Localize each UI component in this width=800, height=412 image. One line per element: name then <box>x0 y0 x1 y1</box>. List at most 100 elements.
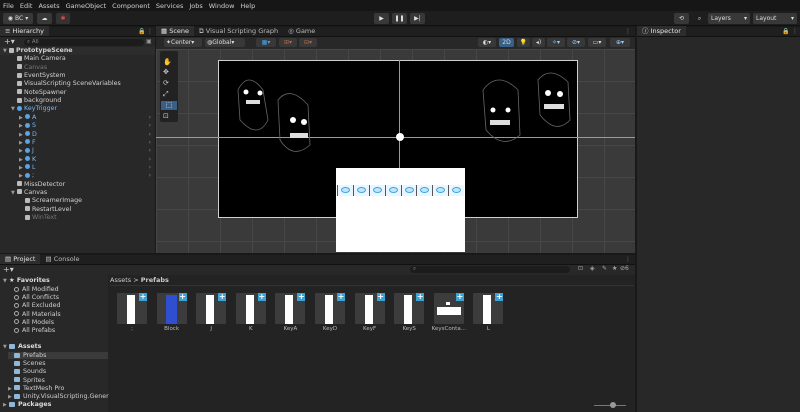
move-tool-icon[interactable]: ✥ <box>163 68 169 76</box>
tab-scene[interactable]: ▦ Scene <box>156 26 195 36</box>
menu-edit[interactable]: Edit <box>20 2 33 10</box>
more-menu-icon[interactable]: ⋮ <box>147 28 153 35</box>
project-search-input[interactable]: ⌕ <box>410 266 570 273</box>
chevron-right-icon[interactable]: › <box>149 131 151 139</box>
tab-game[interactable]: ◎ Game <box>283 26 320 36</box>
audio-toggle[interactable]: ◂) <box>532 38 545 47</box>
hierarchy-item[interactable]: ▶ A › <box>0 114 155 122</box>
chevron-right-icon[interactable]: › <box>149 114 151 122</box>
packages-header[interactable]: ▶ Packages <box>3 401 51 408</box>
effects-dropdown[interactable]: ✧▾ <box>547 38 565 47</box>
scene-visibility-icon[interactable]: ▣ <box>146 38 152 45</box>
scene-viewport[interactable]: ✋ ✥ ⟳ ⤢ ⬚ ⊡ <box>156 49 635 253</box>
breadcrumb-prefabs[interactable]: Prefabs <box>141 276 169 284</box>
folder-item[interactable]: Prefabs <box>8 352 108 359</box>
tab-hierarchy[interactable]: ≡ Hierarchy <box>0 26 49 36</box>
chevron-right-icon[interactable]: › <box>149 156 151 164</box>
collab-button[interactable]: ✱ <box>56 13 70 24</box>
increment-snap-dropdown[interactable]: ⊞▾ <box>279 38 297 47</box>
favorite-item[interactable]: All Prefabs <box>14 327 55 334</box>
asset-item[interactable]: + K <box>235 293 266 341</box>
chevron-right-icon[interactable]: › <box>149 139 151 147</box>
lock-icon[interactable]: 🔒 <box>138 28 145 35</box>
scene-camera-dropdown[interactable]: ▭▾ <box>588 38 606 47</box>
hierarchy-item[interactable]: ▶ K › <box>0 156 155 164</box>
chevron-right-icon[interactable]: › <box>149 122 151 130</box>
hierarchy-search-input[interactable]: ⌕ All <box>24 39 144 46</box>
hierarchy-item[interactable]: ▶ S › <box>0 122 155 130</box>
type-filter-icon[interactable]: ◈ <box>590 265 595 272</box>
favorites-header[interactable]: ▼ ★ Favorites <box>3 277 50 284</box>
asset-item[interactable]: + KeyD <box>315 293 345 341</box>
asset-item[interactable]: +; <box>117 293 147 341</box>
rotate-tool-icon[interactable]: ⟳ <box>163 79 169 87</box>
pivot-center-dropdown[interactable]: ✦ Center ▾ <box>164 38 202 47</box>
hierarchy-item[interactable]: ▶ D › <box>0 131 155 139</box>
asset-item[interactable]: + KeysConta... <box>432 293 466 341</box>
rect-tool-icon[interactable]: ⬚ <box>161 101 177 110</box>
scale-tool-icon[interactable]: ⤢ <box>163 90 169 99</box>
hierarchy-item[interactable]: ▼ KeyTrigger <box>0 105 155 113</box>
label-filter-icon[interactable]: ✎ <box>602 265 607 272</box>
asset-item[interactable]: + Block <box>156 293 187 341</box>
favorite-item[interactable]: All Excluded <box>14 302 60 309</box>
asset-item[interactable]: + KeyS <box>394 293 425 341</box>
grid-snapping-dropdown[interactable]: ▦▾ <box>256 38 276 47</box>
add-icon[interactable]: +▾ <box>4 38 15 46</box>
tab-console[interactable]: ▤ Console <box>40 254 84 264</box>
global-space-dropdown[interactable]: ◍ Global ▾ <box>205 38 245 47</box>
menu-file[interactable]: File <box>3 2 14 10</box>
menu-component[interactable]: Component <box>112 2 150 10</box>
favorite-item[interactable]: All Modified <box>14 286 59 293</box>
step-button[interactable]: ▶| <box>410 13 425 24</box>
chevron-right-icon[interactable]: › <box>149 172 151 180</box>
asset-item[interactable]: + J <box>196 293 227 341</box>
pause-button[interactable]: ❚❚ <box>392 13 407 24</box>
menu-gameobject[interactable]: GameObject <box>66 2 107 10</box>
hierarchy-item[interactable]: WinText <box>0 214 155 222</box>
add-icon[interactable]: +▾ <box>3 265 14 274</box>
folder-item[interactable]: ▶ Unity.VisualScripting.Gener <box>8 393 109 400</box>
account-button[interactable]: ◉ BC ▾ <box>3 13 33 24</box>
asset-item[interactable]: + L <box>473 293 504 341</box>
more-menu-icon[interactable]: ⋮ <box>792 28 798 35</box>
menu-help[interactable]: Help <box>240 2 255 10</box>
lighting-toggle[interactable]: 💡 <box>517 38 530 47</box>
folder-item[interactable]: Sprites <box>8 377 108 384</box>
hierarchy-item[interactable]: VisualScripting SceneVariables <box>0 80 155 88</box>
favorite-item[interactable]: All Materials <box>14 311 61 318</box>
hierarchy-item[interactable]: ▶; › <box>0 172 155 180</box>
chevron-right-icon[interactable]: › <box>149 147 151 155</box>
hierarchy-item[interactable]: MissDetector <box>0 181 155 189</box>
more-menu-icon[interactable]: ⋮ <box>625 256 631 263</box>
favorite-item[interactable]: All Models <box>14 319 54 326</box>
hierarchy-item[interactable]: Canvas <box>0 64 155 72</box>
hierarchy-item[interactable]: ▼ PrototypeScene <box>0 47 155 56</box>
favorite-star-icon[interactable]: ★ <box>612 265 617 272</box>
favorite-item[interactable]: All Conflicts <box>14 294 59 301</box>
hierarchy-item[interactable]: NoteSpawner <box>0 89 155 97</box>
tab-inspector[interactable]: ⓘ Inspector <box>637 26 686 36</box>
asset-item[interactable]: + KeyF <box>354 293 385 341</box>
lock-icon[interactable]: 🔒 <box>782 28 789 35</box>
hierarchy-item[interactable]: ScreamerImage <box>0 197 155 205</box>
layers-dropdown[interactable]: Layers ▾ <box>708 13 750 24</box>
assets-header[interactable]: ▼ Assets <box>3 343 41 350</box>
hidden-objects-toggle[interactable]: ⊘▾ <box>567 38 585 47</box>
layout-dropdown[interactable]: Layout ▾ <box>753 13 797 24</box>
hierarchy-item[interactable]: EventSystem <box>0 72 155 80</box>
zoom-slider-handle[interactable] <box>610 402 616 408</box>
folder-item[interactable]: Scenes <box>8 360 108 367</box>
menu-assets[interactable]: Assets <box>38 2 59 10</box>
hand-tool-icon[interactable]: ✋ <box>163 58 172 66</box>
toggle-2d-button[interactable]: 2D <box>499 38 514 47</box>
cloud-button[interactable]: ☁ <box>37 13 52 24</box>
search-scope-icon[interactable]: ⊡ <box>578 265 583 272</box>
hierarchy-item[interactable]: RestartLevel <box>0 206 155 214</box>
folder-item[interactable]: Sounds <box>8 368 108 375</box>
history-button[interactable]: ⟲ <box>674 13 689 24</box>
search-button[interactable]: ⌕ <box>693 13 706 24</box>
more-menu-icon[interactable]: ⋮ <box>625 28 631 35</box>
breadcrumb-assets[interactable]: Assets <box>110 276 131 284</box>
hierarchy-item[interactable]: Main Camera <box>0 55 155 63</box>
